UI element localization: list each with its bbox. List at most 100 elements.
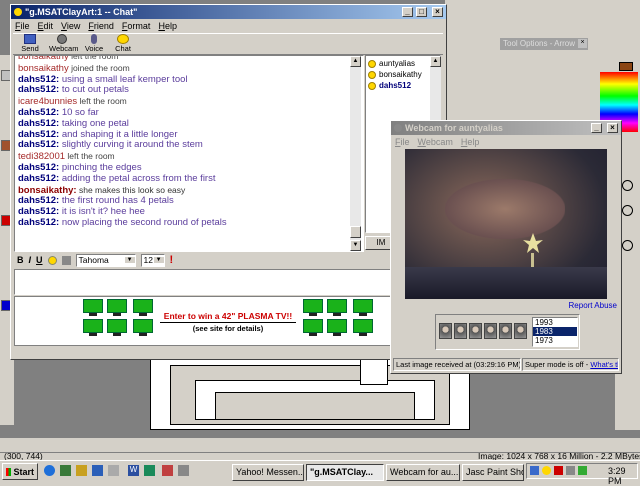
chat-nick[interactable]: bonsaikathy: bbox=[18, 185, 77, 196]
tray-icon[interactable] bbox=[554, 466, 563, 475]
year-list[interactable]: 1993 1983 1973 bbox=[532, 317, 578, 347]
menu-help[interactable]: Help bbox=[158, 21, 177, 31]
font-size-select[interactable]: 12 ▼ bbox=[140, 253, 165, 267]
user-list-item[interactable]: dahs512 bbox=[368, 80, 438, 91]
face-thumbnail[interactable] bbox=[439, 323, 452, 339]
chat-nick[interactable]: dahs512: bbox=[18, 74, 59, 85]
start-button[interactable]: Start bbox=[2, 463, 38, 480]
quicklaunch-icon[interactable] bbox=[60, 465, 71, 476]
chevron-down-icon[interactable]: ▼ bbox=[153, 257, 164, 263]
ad-subtext: (see site for details) bbox=[192, 324, 264, 333]
menu-webcam[interactable]: Webcam bbox=[418, 137, 453, 147]
font-select[interactable]: Tahoma ▼ bbox=[75, 253, 136, 267]
minimize-button[interactable]: _ bbox=[591, 123, 602, 133]
font-color-icon[interactable] bbox=[61, 255, 71, 265]
menu-friend[interactable]: Friend bbox=[88, 21, 114, 31]
task-paint-shop-pro[interactable]: Jasc Paint Shop... bbox=[462, 464, 524, 481]
menu-view[interactable]: View bbox=[61, 21, 80, 31]
quicklaunch-icon[interactable] bbox=[44, 465, 55, 476]
scroll-down-arrow[interactable]: ▼ bbox=[350, 240, 361, 251]
message-input[interactable] bbox=[14, 269, 442, 295]
foreground-color-swatch[interactable] bbox=[619, 62, 633, 71]
task-chat[interactable]: "g.MSATClay... bbox=[306, 464, 384, 481]
task-webcam[interactable]: Webcam for au... bbox=[386, 464, 460, 481]
chat-titlebar[interactable]: "g.MSATClayArt:1 -- Chat" _ □ × bbox=[11, 5, 446, 19]
chat-text: taking one petal bbox=[59, 117, 129, 129]
tray-icon[interactable] bbox=[566, 466, 575, 475]
buzz-icon[interactable]: ! bbox=[170, 254, 174, 266]
scroll-up-arrow[interactable]: ▲ bbox=[430, 56, 441, 67]
maximize-button[interactable]: □ bbox=[416, 7, 427, 17]
tray-icon[interactable] bbox=[542, 466, 551, 475]
menu-edit[interactable]: Edit bbox=[38, 21, 54, 31]
chat-nick[interactable]: tedi382001 bbox=[18, 151, 65, 162]
chat-nick[interactable]: dahs512: bbox=[18, 139, 59, 150]
underline-button[interactable]: U bbox=[36, 255, 43, 265]
chat-nick[interactable]: bonsaikathy bbox=[18, 56, 69, 62]
year-item-selected[interactable]: 1983 bbox=[533, 327, 577, 336]
quicklaunch-icon[interactable] bbox=[162, 465, 173, 476]
webcam-button[interactable]: Webcam bbox=[49, 34, 78, 53]
user-list-item[interactable]: bonsaikathy bbox=[368, 69, 438, 80]
chat-nick[interactable]: dahs512: bbox=[18, 107, 59, 118]
ad-banner[interactable]: Enter to win a 42" PLASMA TV!! (see site… bbox=[14, 296, 442, 346]
chat-nick[interactable]: dahs512: bbox=[18, 206, 59, 217]
psp-right-circle-1[interactable] bbox=[622, 180, 633, 191]
chat-nick[interactable]: dahs512: bbox=[18, 162, 59, 173]
face-thumbnail[interactable] bbox=[484, 323, 497, 339]
bold-button[interactable]: B bbox=[17, 255, 24, 265]
chat-nick[interactable]: bonsaikathy bbox=[18, 63, 69, 74]
psp-tool-options-close[interactable]: × bbox=[578, 39, 587, 48]
chat-nick[interactable]: dahs512: bbox=[18, 195, 59, 206]
chat-message: dahs512: slightly curving it around the … bbox=[18, 139, 360, 151]
quicklaunch-icon[interactable] bbox=[76, 465, 87, 476]
quicklaunch-icon[interactable] bbox=[144, 465, 155, 476]
year-item[interactable]: 1973 bbox=[533, 336, 577, 345]
user-status-icon bbox=[368, 59, 376, 68]
quicklaunch-icon[interactable]: W bbox=[128, 465, 139, 476]
close-button[interactable]: × bbox=[607, 123, 618, 133]
face-thumbnail[interactable] bbox=[514, 323, 527, 339]
chat-nick[interactable]: icare4bunnies bbox=[18, 96, 77, 107]
scroll-thumb[interactable] bbox=[350, 226, 361, 238]
message-scrollbar[interactable]: ▲ ▼ bbox=[350, 56, 361, 251]
year-item[interactable]: 1993 bbox=[533, 318, 577, 327]
scroll-up-arrow[interactable]: ▲ bbox=[350, 56, 361, 67]
face-thumbnail[interactable] bbox=[469, 323, 482, 339]
menu-format[interactable]: Format bbox=[122, 21, 151, 31]
psp-right-circle-2[interactable] bbox=[622, 205, 633, 216]
user-list-item[interactable]: auntyalias bbox=[368, 58, 438, 69]
task-yahoo-messenger[interactable]: Yahoo! Messen... bbox=[232, 464, 304, 481]
report-abuse-link[interactable]: Report Abuse bbox=[569, 301, 617, 310]
tray-icon[interactable] bbox=[578, 466, 587, 475]
menu-file[interactable]: File bbox=[395, 137, 410, 147]
chat-text: it is isn't it? hee hee bbox=[59, 206, 145, 218]
chat-text: she makes this look so easy bbox=[76, 184, 186, 195]
psp-right-circle-3[interactable] bbox=[622, 240, 633, 251]
menu-help[interactable]: Help bbox=[461, 137, 480, 147]
italic-button[interactable]: I bbox=[29, 255, 32, 265]
whats-this-link[interactable]: What's this? bbox=[590, 360, 618, 369]
chat-button[interactable]: Chat bbox=[113, 34, 133, 53]
quicklaunch-icon[interactable] bbox=[92, 465, 103, 476]
minimize-button[interactable]: _ bbox=[402, 7, 413, 17]
quicklaunch-icon[interactable] bbox=[108, 465, 119, 476]
chat-nick[interactable]: dahs512: bbox=[18, 173, 59, 184]
chat-nick[interactable]: dahs512: bbox=[18, 129, 59, 140]
chevron-down-icon[interactable]: ▼ bbox=[124, 257, 135, 263]
chat-nick[interactable]: dahs512: bbox=[18, 84, 59, 95]
close-button[interactable]: × bbox=[432, 7, 443, 17]
voice-button[interactable]: Voice bbox=[83, 34, 105, 53]
menu-file[interactable]: File bbox=[15, 21, 30, 31]
face-thumbnail[interactable] bbox=[499, 323, 512, 339]
webcam-titlebar[interactable]: Webcam for auntyalias _ × bbox=[391, 121, 621, 135]
chat-nick[interactable]: dahs512: bbox=[18, 217, 59, 228]
face-thumbnail[interactable] bbox=[454, 323, 467, 339]
tray-icon[interactable] bbox=[530, 466, 539, 475]
psp-tool-options-bar[interactable]: Tool Options - Arrow bbox=[500, 38, 588, 50]
yearbook-thumbnails[interactable]: 1993 1983 1973 bbox=[435, 314, 580, 350]
chat-nick[interactable]: dahs512: bbox=[18, 118, 59, 129]
clock[interactable]: 3:29 PM bbox=[608, 466, 640, 486]
quicklaunch-icon[interactable] bbox=[178, 465, 189, 476]
smiley-icon[interactable] bbox=[47, 255, 57, 265]
